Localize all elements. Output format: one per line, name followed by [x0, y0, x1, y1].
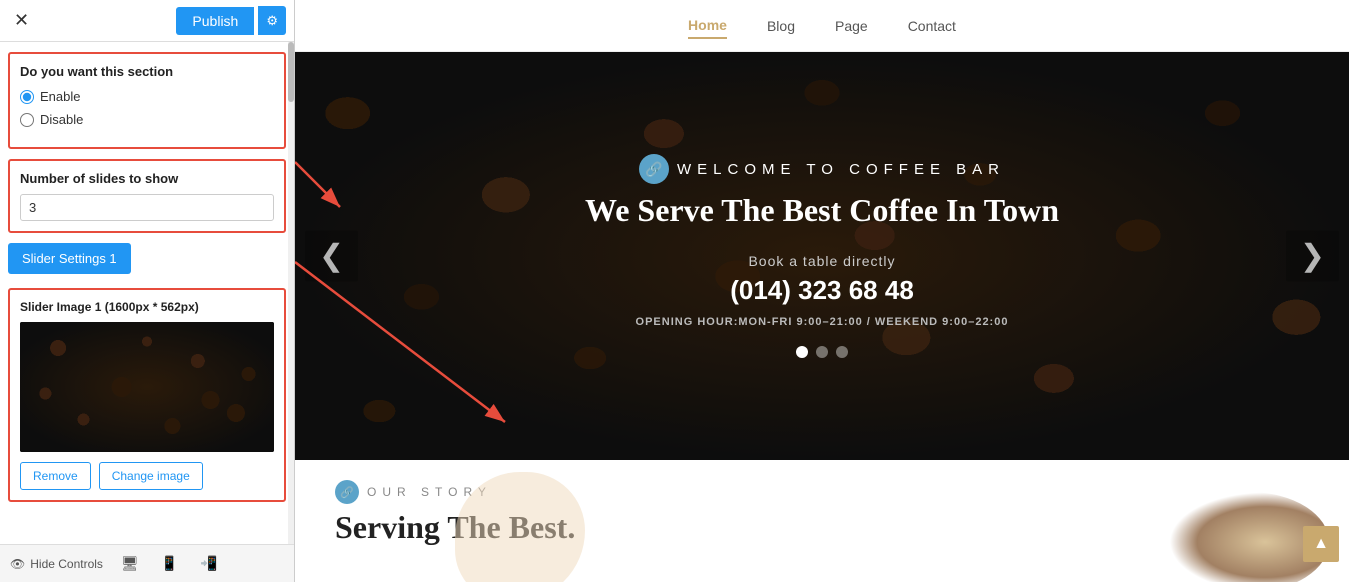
section-toggle-title: Do you want this section: [20, 64, 274, 79]
desktop-view-icon[interactable]: 🖥: [117, 553, 143, 574]
publish-button[interactable]: Publish: [176, 7, 254, 35]
our-story-section: 🔗 OUR STORY Serving The Best. ▲: [295, 460, 1349, 582]
story-link-icon: 🔗: [335, 480, 359, 504]
slides-count-label: Number of slides to show: [20, 171, 274, 186]
eye-icon: 👁: [10, 557, 25, 571]
hero-main-title: We Serve The Best Coffee In Town: [585, 192, 1059, 229]
coffee-dots-decoration: [20, 322, 274, 452]
nav-home[interactable]: Home: [688, 13, 727, 39]
scroll-up-button[interactable]: ▲: [1303, 526, 1339, 562]
enable-label: Enable: [40, 89, 80, 104]
hero-phone-number: (014) 323 68 48: [730, 275, 914, 306]
top-bar: ✕ Publish ⚙: [0, 0, 294, 42]
left-panel: ✕ Publish ⚙ Do you want this section Ena…: [0, 0, 295, 582]
section-toggle-box: Do you want this section Enable Disable: [8, 52, 286, 149]
slides-count-input[interactable]: [20, 194, 274, 221]
site-navigation: Home Blog Page Contact: [295, 0, 1349, 52]
image-action-buttons: Remove Change image: [20, 462, 274, 490]
hero-book-text: Book a table directly: [748, 253, 895, 269]
nav-page[interactable]: Page: [835, 14, 868, 38]
hero-dot-2[interactable]: [816, 346, 828, 358]
disable-radio-label[interactable]: Disable: [20, 112, 274, 127]
hero-tag-text: WELCOME TO COFFEE BAR: [677, 161, 1005, 178]
slides-count-box: Number of slides to show: [8, 159, 286, 233]
hero-hours-text: OPENING HOUR:MON-FRI 9:00–21:00 / WEEKEN…: [636, 316, 1009, 328]
hero-slide-dots: [796, 346, 848, 358]
slider-next-button[interactable]: ❯: [1286, 231, 1339, 282]
gear-icon: ⚙: [266, 13, 278, 28]
scroll-indicator[interactable]: [288, 42, 294, 582]
bottom-bar: 👁 Hide Controls 🖥 📱 📲: [0, 544, 295, 582]
coffee-link-icon: 🔗: [639, 154, 669, 184]
slider-image-thumbnail: [20, 322, 274, 452]
slider-prev-button[interactable]: ❮: [305, 231, 358, 282]
enable-radio-label[interactable]: Enable: [20, 89, 274, 104]
hide-controls-toggle[interactable]: 👁 Hide Controls: [10, 557, 103, 571]
slider-image-box: Slider Image 1 (1600px * 562px) Remove C…: [8, 288, 286, 502]
enable-radio[interactable]: [20, 90, 34, 104]
slider-settings-button[interactable]: Slider Settings 1: [8, 243, 131, 274]
disable-label: Disable: [40, 112, 83, 127]
publish-area: Publish ⚙: [176, 6, 286, 35]
publish-settings-button[interactable]: ⚙: [258, 6, 286, 35]
hide-controls-label: Hide Controls: [30, 557, 103, 571]
panel-content: Do you want this section Enable Disable …: [0, 42, 294, 582]
nav-contact[interactable]: Contact: [908, 14, 956, 38]
hero-subtitle-row: 🔗 WELCOME TO COFFEE BAR: [639, 154, 1005, 184]
nav-blog[interactable]: Blog: [767, 14, 795, 38]
mobile-view-icon[interactable]: 📲: [196, 553, 221, 574]
disable-radio[interactable]: [20, 113, 34, 127]
main-content: Home Blog Page Contact ❮ 🔗 WELCOME TO CO…: [295, 0, 1349, 582]
close-button[interactable]: ✕: [8, 8, 35, 33]
slider-image-title: Slider Image 1 (1600px * 562px): [20, 300, 274, 314]
tablet-view-icon[interactable]: 📱: [157, 553, 182, 574]
slider-image-preview: [20, 322, 274, 452]
remove-image-button[interactable]: Remove: [20, 462, 91, 490]
hero-dot-1[interactable]: [796, 346, 808, 358]
hero-content: 🔗 WELCOME TO COFFEE BAR We Serve The Bes…: [295, 52, 1349, 460]
hero-slider: ❮ 🔗 WELCOME TO COFFEE BAR We Serve The B…: [295, 52, 1349, 460]
change-image-button[interactable]: Change image: [99, 462, 203, 490]
hero-dot-3[interactable]: [836, 346, 848, 358]
scroll-thumb[interactable]: [288, 42, 294, 102]
